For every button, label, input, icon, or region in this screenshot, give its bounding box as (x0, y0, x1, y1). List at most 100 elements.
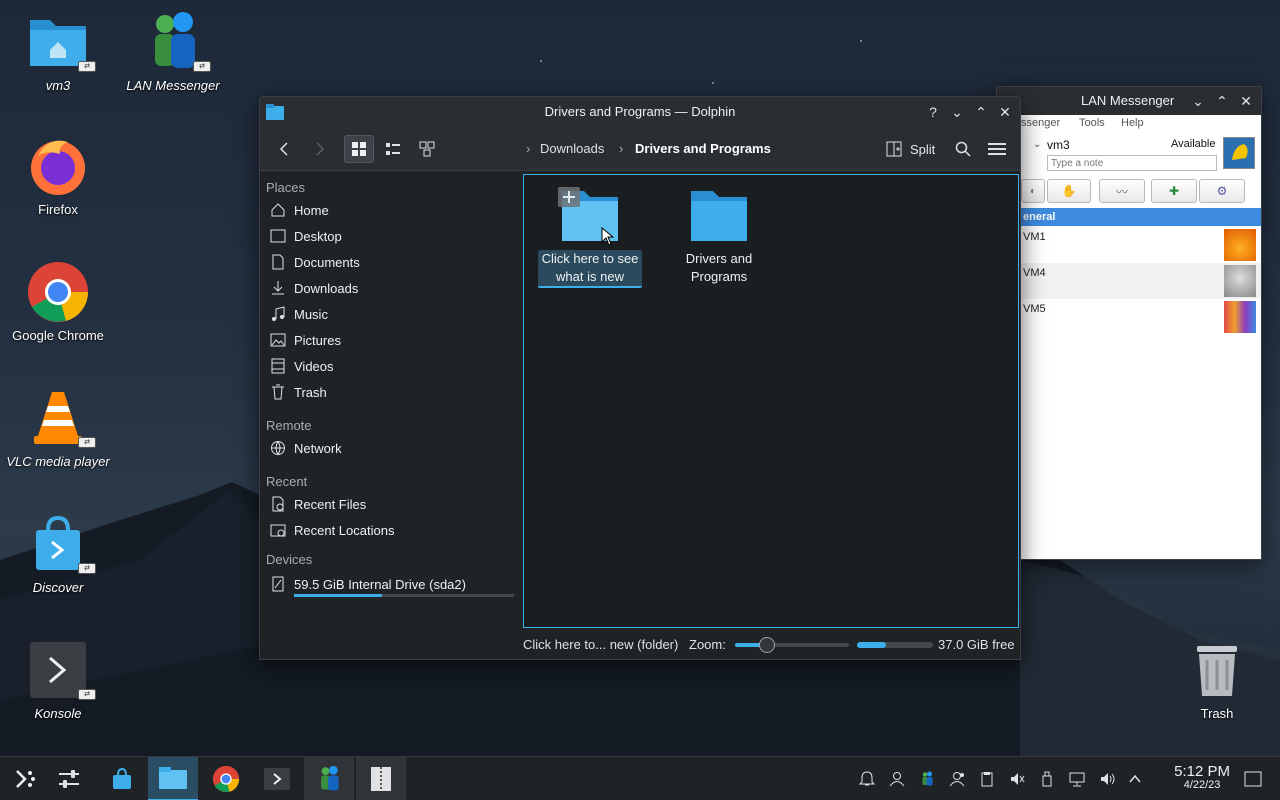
details-view-button[interactable] (412, 135, 442, 163)
application-launcher[interactable] (0, 757, 50, 800)
minimize-chevron-icon[interactable]: ⌄ (948, 103, 966, 121)
user-switch-icon[interactable] (947, 769, 967, 789)
place-label: Home (294, 202, 329, 218)
volume-icon[interactable] (1097, 769, 1117, 789)
contact-row[interactable]: VM4 (1021, 263, 1261, 299)
user-icon[interactable] (887, 769, 907, 789)
star (712, 82, 714, 84)
close-icon[interactable]: ✕ (1237, 92, 1255, 110)
desktop-icon-discover[interactable]: ⇄ Discover (2, 512, 114, 595)
task-dolphin[interactable] (148, 757, 198, 800)
contact-row[interactable]: VM1 (1021, 227, 1261, 263)
maximize-chevron-icon[interactable]: ⌃ (972, 103, 990, 121)
contact-name: VM1 (1023, 231, 1046, 243)
place-home[interactable]: Home (270, 198, 510, 222)
file-item-whats-new[interactable]: Click here to see what is new (538, 185, 642, 288)
desktop-icon-label: Discover (32, 580, 84, 595)
place-documents[interactable]: Documents (270, 250, 510, 274)
desktop-icon-vlc[interactable]: ⇄ VLC media player (2, 386, 114, 469)
notifications-bell-icon[interactable] (857, 769, 877, 789)
place-label: Downloads (294, 280, 359, 296)
desktop-icon-trash[interactable]: Trash (1161, 638, 1273, 721)
split-icon (886, 141, 902, 157)
contact-name: VM5 (1023, 303, 1046, 315)
desktop-icon-google-chrome[interactable]: Google Chrome (2, 260, 114, 343)
place-desktop[interactable]: Desktop (270, 224, 510, 248)
contact-group-header[interactable]: eneral (1021, 208, 1261, 226)
add-contact-button[interactable]: ✚ (1151, 179, 1197, 203)
device-internal-drive[interactable]: 59.5 GiB Internal Drive (sda2) (270, 572, 510, 596)
split-label: Split (910, 141, 936, 157)
file-item-drivers-and-programs[interactable]: Drivers and Programs (667, 185, 771, 286)
digital-clock[interactable]: 5:12 PM 4/22/23 (1174, 763, 1230, 791)
place-recent-files[interactable]: Recent Files (270, 492, 510, 516)
compact-view-button[interactable] (378, 135, 408, 163)
contact-row[interactable]: VM5 (1021, 299, 1261, 335)
usb-drive-icon[interactable] (1037, 769, 1057, 789)
file-view[interactable]: Click here to see what is new Drivers and… (523, 174, 1019, 628)
chevron-up-icon[interactable]: ⌃ (1213, 92, 1231, 110)
breadcrumb-downloads[interactable]: Downloads (540, 141, 604, 156)
task-settings[interactable] (44, 757, 94, 800)
lan-menu-messenger[interactable]: ssenger (1021, 117, 1060, 129)
audio-muted-icon[interactable] (1007, 769, 1027, 789)
place-recent-locations[interactable]: Recent Locations (270, 518, 510, 542)
search-icon[interactable] (955, 141, 971, 157)
contact-avatar (1224, 301, 1256, 333)
breadcrumb-current[interactable]: Drivers and Programs (635, 141, 771, 156)
rss-button[interactable]: 〰 (1099, 179, 1145, 203)
broadcast-button[interactable]: ✋ (1047, 179, 1091, 203)
back-button[interactable] (270, 135, 300, 163)
lan-messenger-tray-icon[interactable] (917, 769, 937, 789)
list-view-icon (386, 143, 400, 155)
chevron-up-icon[interactable] (1125, 769, 1145, 789)
tools-button[interactable]: ⚙ (1199, 179, 1245, 203)
lan-title: LAN Messenger (1081, 93, 1175, 108)
help-icon[interactable]: ? (924, 103, 942, 121)
chevron-down-icon[interactable]: ⌄ (1189, 92, 1207, 110)
dolphin-window[interactable]: Drivers and Programs — Dolphin ? ⌄ ⌃ ✕ › (259, 96, 1021, 660)
task-chrome[interactable] (201, 757, 251, 800)
contact-avatar (1224, 265, 1256, 297)
toolbar: › Downloads › Drivers and Programs Split (260, 127, 1020, 171)
zoom-slider[interactable] (735, 637, 849, 653)
section-remote: Remote (266, 418, 312, 433)
lan-status[interactable]: Available (1171, 138, 1215, 150)
chevron-down-icon[interactable]: ⌄ (1033, 139, 1041, 150)
task-lan-messenger[interactable] (304, 757, 354, 800)
desktop-icon-lan-messenger[interactable]: ⇄ LAN Messenger (117, 10, 229, 93)
dolphin-titlebar[interactable]: Drivers and Programs — Dolphin ? ⌄ ⌃ ✕ (260, 97, 1020, 127)
contact-name: VM4 (1023, 267, 1046, 279)
place-downloads[interactable]: Downloads (270, 276, 510, 300)
desktop-icon-konsole[interactable]: ⇄ Konsole (2, 638, 114, 721)
task-konsole[interactable] (252, 757, 302, 800)
avatar[interactable] (1223, 137, 1255, 169)
network-wired-icon[interactable] (1067, 769, 1087, 789)
task-archiver[interactable] (356, 757, 406, 800)
zoom-slider-handle[interactable] (758, 637, 775, 653)
clipboard-icon[interactable] (977, 769, 997, 789)
desktop-icon-firefox[interactable]: Firefox (2, 134, 114, 217)
place-music[interactable]: Music (270, 302, 510, 326)
show-desktop-icon[interactable] (1243, 769, 1263, 789)
lan-messenger-window[interactable]: LAN Messenger ⌄ ⌃ ✕ ssenger Tools Help ⌄… (996, 86, 1262, 560)
forward-button[interactable] (304, 135, 334, 163)
place-network[interactable]: Network (270, 436, 510, 460)
desktop-icon-vm3[interactable]: ⇄ vm3 (2, 10, 114, 93)
hamburger-menu-icon[interactable] (988, 142, 1006, 156)
lan-toolbar-button[interactable]: ◐ (1021, 179, 1045, 203)
note-input[interactable] (1047, 155, 1217, 171)
recent-locations-icon (270, 524, 286, 537)
task-discover[interactable] (97, 757, 147, 800)
lan-messenger-icon (321, 765, 339, 791)
close-icon[interactable]: ✕ (996, 103, 1014, 121)
place-trash[interactable]: Trash (270, 380, 510, 404)
place-videos[interactable]: Videos (270, 354, 510, 378)
lan-titlebar[interactable]: LAN Messenger ⌄ ⌃ ✕ (997, 87, 1261, 115)
icons-view-button[interactable] (344, 135, 374, 163)
place-pictures[interactable]: Pictures (270, 328, 510, 352)
lan-menu-tools[interactable]: Tools (1079, 117, 1105, 129)
desktop-icon-label: Google Chrome (12, 328, 104, 343)
split-button[interactable]: Split (886, 141, 935, 157)
lan-menu-help[interactable]: Help (1121, 117, 1144, 129)
